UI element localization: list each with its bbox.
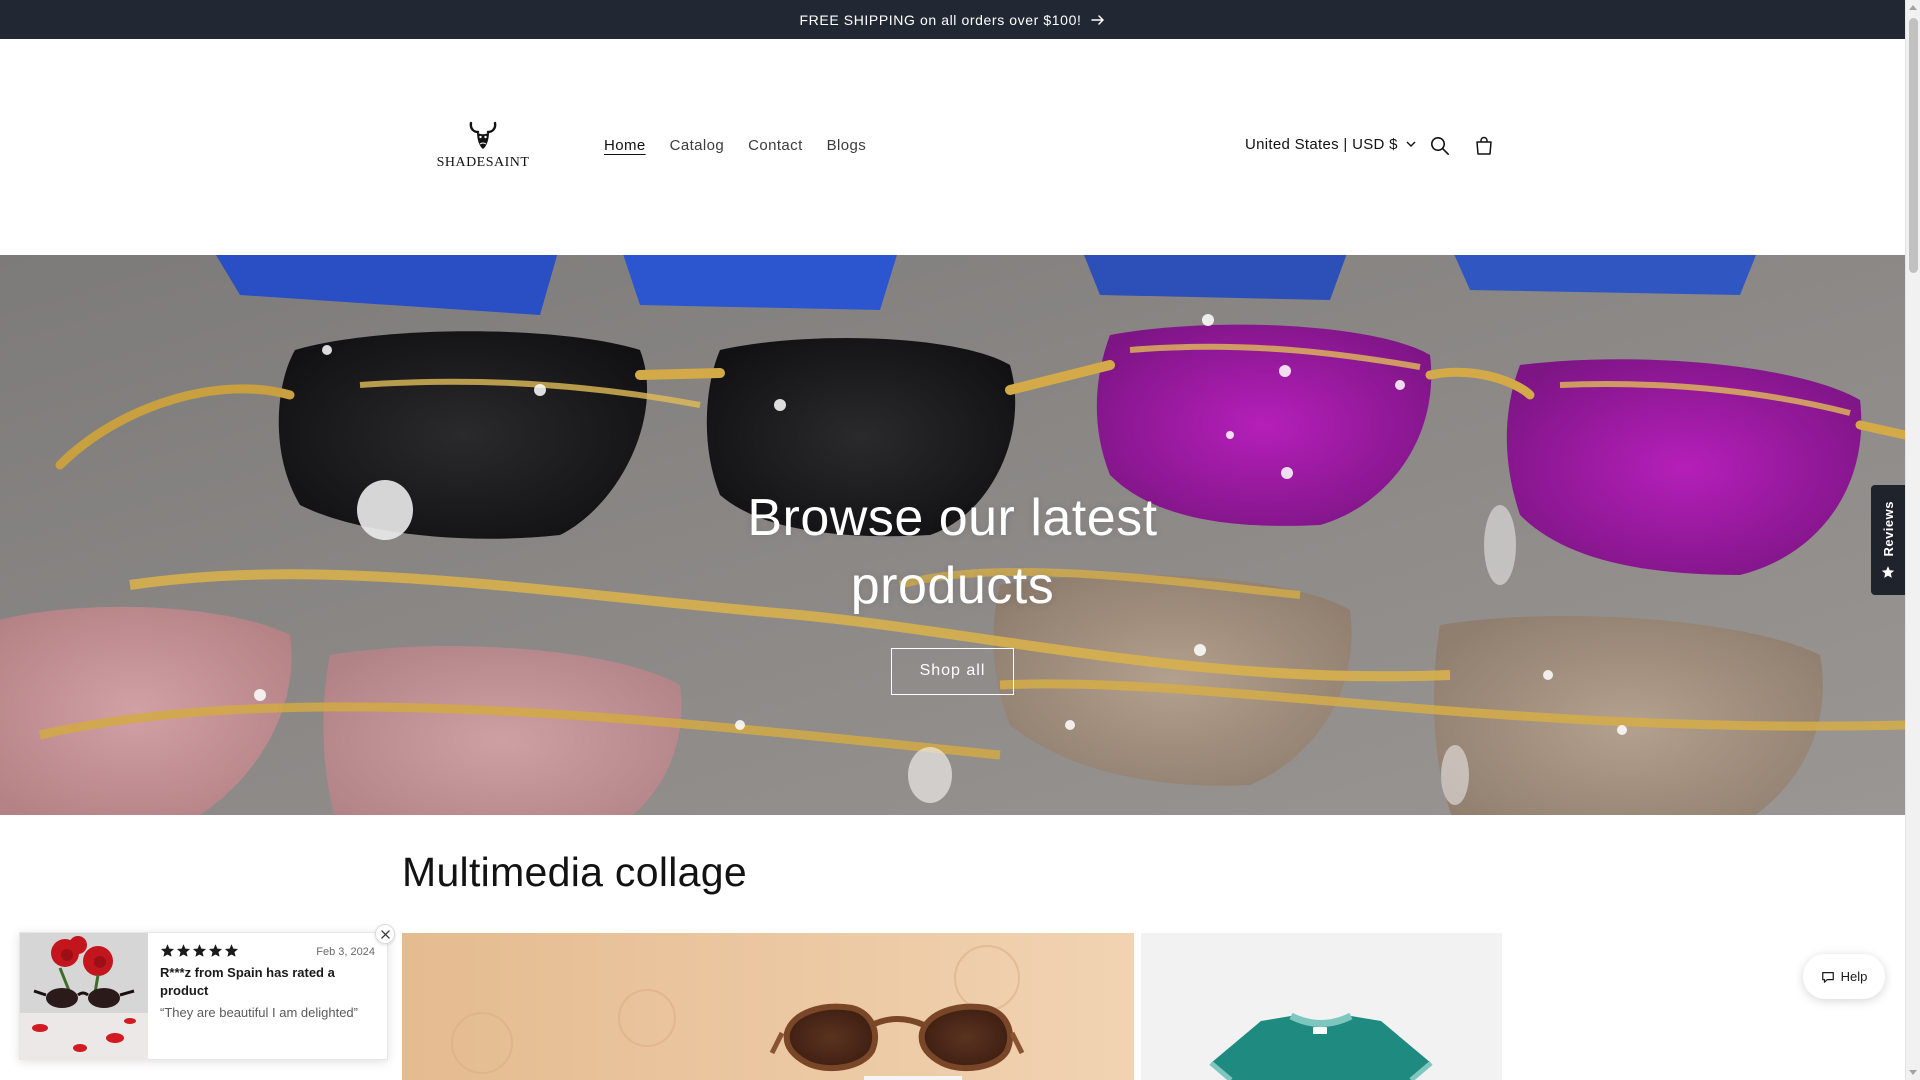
collage-image-tshirt[interactable] [1141, 933, 1502, 1080]
review-date: Feb 3, 2024 [316, 946, 375, 958]
hero-title: Browse our latest products [747, 488, 1158, 615]
review-popup[interactable]: Feb 3, 2024 R***z from Spain has rated a… [19, 932, 388, 1060]
chevron-down-icon [1406, 141, 1416, 147]
country-selector[interactable]: United States | USD $ [1245, 136, 1416, 153]
cart-button[interactable] [1472, 134, 1496, 158]
search-icon [1431, 137, 1449, 155]
country-selector-label: United States | USD $ [1245, 136, 1398, 153]
main-nav: Home Catalog Contact Blogs [592, 135, 878, 156]
scroll-up-arrow-icon[interactable] [1909, 5, 1917, 10]
star-icon [192, 944, 207, 957]
logo-wordmark: SHADESAINT [436, 155, 530, 170]
star-icon [1881, 565, 1895, 578]
collage-image-sunglasses[interactable] [402, 933, 1134, 1080]
arrow-right-icon [1091, 14, 1105, 25]
site-header: SHADESAINT Home Catalog Contact Blogs Un… [0, 39, 1905, 255]
hero-content: Browse our latest products Shop all [0, 255, 1905, 815]
chat-icon [1821, 971, 1834, 983]
nav-catalog[interactable]: Catalog [658, 135, 737, 156]
collage-title: Multimedia collage [402, 849, 747, 895]
shadesaint-logo[interactable]: SHADESAINT [437, 119, 529, 209]
nav-contact[interactable]: Contact [736, 135, 815, 156]
bull-logo-icon [469, 121, 497, 149]
help-label: Help [1840, 969, 1868, 984]
star-icon [224, 944, 239, 957]
review-popup-body: Feb 3, 2024 R***z from Spain has rated a… [148, 933, 387, 1059]
reviews-side-tab[interactable]: Reviews [1871, 485, 1905, 595]
close-icon [380, 929, 390, 939]
star-icon [208, 944, 223, 957]
scroll-down-arrow-icon[interactable] [1909, 1070, 1917, 1075]
star-icon [176, 944, 191, 957]
tortoise-sunglasses-image [402, 933, 1134, 1080]
nav-home[interactable]: Home [592, 135, 658, 156]
nav-blogs[interactable]: Blogs [815, 135, 879, 156]
tshirt-image [1141, 933, 1502, 1080]
roses-sunglasses-image [20, 933, 148, 1060]
hero-banner: Browse our latest products Shop all [0, 255, 1905, 815]
reviews-tab-label: Reviews [1880, 501, 1896, 557]
cart-icon [1476, 136, 1492, 155]
shop-all-button[interactable]: Shop all [891, 647, 1014, 695]
star-icon [160, 944, 175, 957]
announcement-text[interactable]: FREE SHIPPING on all orders over $100! [800, 12, 1082, 28]
search-button[interactable] [1428, 134, 1452, 158]
reviewer-summary: R***z from Spain has rated a product [160, 965, 335, 998]
review-quote: “They are beautiful I am delighted” [160, 1005, 358, 1020]
help-button[interactable]: Help [1803, 954, 1885, 999]
scrollbar-thumb[interactable] [1909, 18, 1918, 273]
page-scrollbar[interactable] [1905, 0, 1920, 1080]
review-product-image [20, 933, 148, 1060]
announcement-bar[interactable]: FREE SHIPPING on all orders over $100! [0, 0, 1905, 39]
close-popup-button[interactable] [375, 924, 395, 944]
